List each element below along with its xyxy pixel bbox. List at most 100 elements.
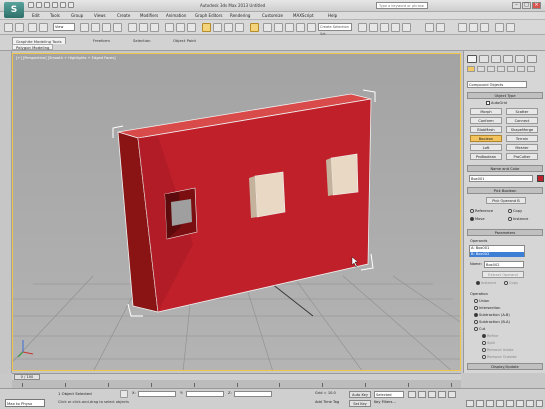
display-update-rollout[interactable]: Display/Update [467, 363, 543, 370]
helpers-icon[interactable] [507, 66, 515, 72]
menu-animation[interactable]: Animation [166, 13, 186, 18]
name-and-color-rollout[interactable]: Name and Color [467, 165, 543, 172]
track-bar[interactable] [12, 380, 461, 388]
menu-customize[interactable]: Customize [262, 13, 283, 18]
quick-render-icon[interactable] [425, 23, 434, 32]
render-production-icon[interactable] [402, 23, 411, 32]
cut-radio[interactable]: Cut [474, 327, 485, 331]
shapemerge-button[interactable]: ShapeMerge [506, 126, 538, 133]
redo-icon[interactable] [15, 23, 24, 32]
go-to-end-icon[interactable] [448, 391, 456, 398]
display-tab-icon[interactable] [515, 55, 525, 63]
perspective-viewport[interactable]: [+] [Perspective] [Smooth + Highlights +… [12, 53, 461, 371]
pan-view-icon[interactable] [516, 400, 524, 407]
align-icon[interactable] [274, 23, 283, 32]
unlink-icon[interactable] [39, 23, 48, 32]
material-editor-icon[interactable] [369, 23, 378, 32]
object-color-swatch[interactable] [537, 175, 544, 182]
tab-graphite-modeling-tools[interactable]: Graphite Modeling Tools [12, 37, 66, 44]
render-iterative-icon[interactable] [436, 23, 445, 32]
maxscript-listener-input[interactable]: Max to Physx [5, 399, 45, 407]
project-folder-icon[interactable] [68, 2, 74, 8]
object-type-rollout[interactable]: Object Type [467, 92, 543, 99]
batch-render-icon[interactable] [506, 23, 515, 32]
selection-region-icon[interactable] [102, 23, 111, 32]
select-and-scale-icon[interactable] [150, 23, 159, 32]
union-radio[interactable]: Union [474, 299, 489, 303]
tab-object-paint[interactable]: Object Paint [170, 37, 199, 44]
play-icon[interactable] [428, 391, 436, 398]
y-coordinate-field[interactable] [186, 391, 224, 397]
menu-rendering[interactable]: Rendering [230, 13, 250, 18]
select-and-rotate-icon[interactable] [139, 23, 148, 32]
scatter-button[interactable]: Scatter [506, 108, 538, 115]
maximize-button[interactable]: □ [522, 2, 531, 9]
close-button[interactable]: × [532, 2, 541, 9]
angle-snap-icon[interactable] [213, 23, 222, 32]
link-icon[interactable] [28, 23, 37, 32]
loft-button[interactable]: Loft [470, 144, 502, 151]
application-button-icon[interactable]: S [4, 2, 24, 18]
shapes-icon[interactable] [477, 66, 485, 72]
menu-maxscript[interactable]: MAXScript [293, 13, 314, 18]
motion-tab-icon[interactable] [503, 55, 513, 63]
systems-icon[interactable] [527, 66, 535, 72]
remove-inside-radio[interactable]: Remove Inside [482, 348, 513, 352]
copy-radio[interactable]: Copy [508, 209, 522, 213]
object-name-field[interactable]: Box001 [469, 175, 533, 182]
select-and-move-icon[interactable] [128, 23, 137, 32]
zoom-all-icon[interactable] [476, 400, 484, 407]
geometry-icon[interactable] [467, 66, 475, 72]
x-coordinate-field[interactable] [138, 391, 176, 397]
percent-snap-icon[interactable] [224, 23, 233, 32]
mirror-icon[interactable] [263, 23, 272, 32]
next-frame-icon[interactable] [438, 391, 446, 398]
select-by-name-icon[interactable] [91, 23, 100, 32]
zoom-icon[interactable] [466, 400, 474, 407]
activeshade-icon[interactable] [458, 23, 467, 32]
parameters-rollout[interactable]: Parameters [467, 229, 543, 236]
tab-selection[interactable]: Selection [130, 37, 154, 44]
previous-frame-icon[interactable] [418, 391, 426, 398]
subtraction-a-b-radio[interactable]: Subtraction (A-B) [474, 313, 510, 317]
undo-icon[interactable] [52, 2, 58, 8]
pick-operand-b-button[interactable]: Pick Operand B [486, 197, 526, 204]
field-of-view-icon[interactable] [506, 400, 514, 407]
operands-list[interactable]: A: Box001 B: Box002 [469, 245, 525, 257]
refine-radio[interactable]: Refine [482, 334, 498, 338]
minimize-button[interactable]: – [512, 2, 521, 9]
save-file-icon[interactable] [44, 2, 50, 8]
zoom-extents-all-icon[interactable] [496, 400, 504, 407]
orbit-icon[interactable] [526, 400, 534, 407]
reference-radio[interactable]: Reference [470, 209, 493, 213]
menu-create[interactable]: Create [117, 13, 130, 18]
snaps-toggle-icon[interactable] [202, 23, 211, 32]
autogrid-checkbox[interactable]: AutoGrid [486, 101, 507, 105]
menu-tools[interactable]: Tools [50, 13, 60, 18]
intersection-radio[interactable]: Intersection [474, 306, 500, 310]
reference-coordinate-dropdown[interactable]: View [53, 23, 75, 31]
set-key-button[interactable]: Set Key [349, 400, 371, 407]
menu-views[interactable]: Views [94, 13, 106, 18]
object-category-dropdown[interactable]: Compound Objects [467, 81, 527, 88]
add-time-tag-button[interactable]: Add Time Tag [315, 400, 339, 404]
render-setup-icon[interactable] [380, 23, 389, 32]
keyboard-shortcut-icon[interactable] [187, 23, 196, 32]
extract-copy-radio[interactable]: Copy [504, 281, 518, 285]
create-tab-icon[interactable] [467, 55, 477, 63]
utilities-tab-icon[interactable] [527, 55, 537, 63]
lock-selection-icon[interactable] [120, 390, 128, 398]
menu-group[interactable]: Group [71, 13, 83, 18]
graphite-toggle-icon[interactable] [296, 23, 305, 32]
hierarchy-tab-icon[interactable] [491, 55, 501, 63]
redo-icon[interactable] [60, 2, 66, 8]
zoom-extents-icon[interactable] [486, 400, 494, 407]
pivot-center-icon[interactable] [165, 23, 174, 32]
menu-modifiers[interactable]: Modifiers [140, 13, 158, 18]
instance-radio[interactable]: Instance [508, 217, 528, 221]
procutter-button[interactable]: ProCutter [506, 153, 538, 160]
environment-icon[interactable] [469, 23, 478, 32]
morph-button[interactable]: Morph [470, 108, 502, 115]
remove-outside-radio[interactable]: Remove Outside [482, 355, 517, 359]
extract-instance-radio[interactable]: Instance [476, 281, 496, 285]
